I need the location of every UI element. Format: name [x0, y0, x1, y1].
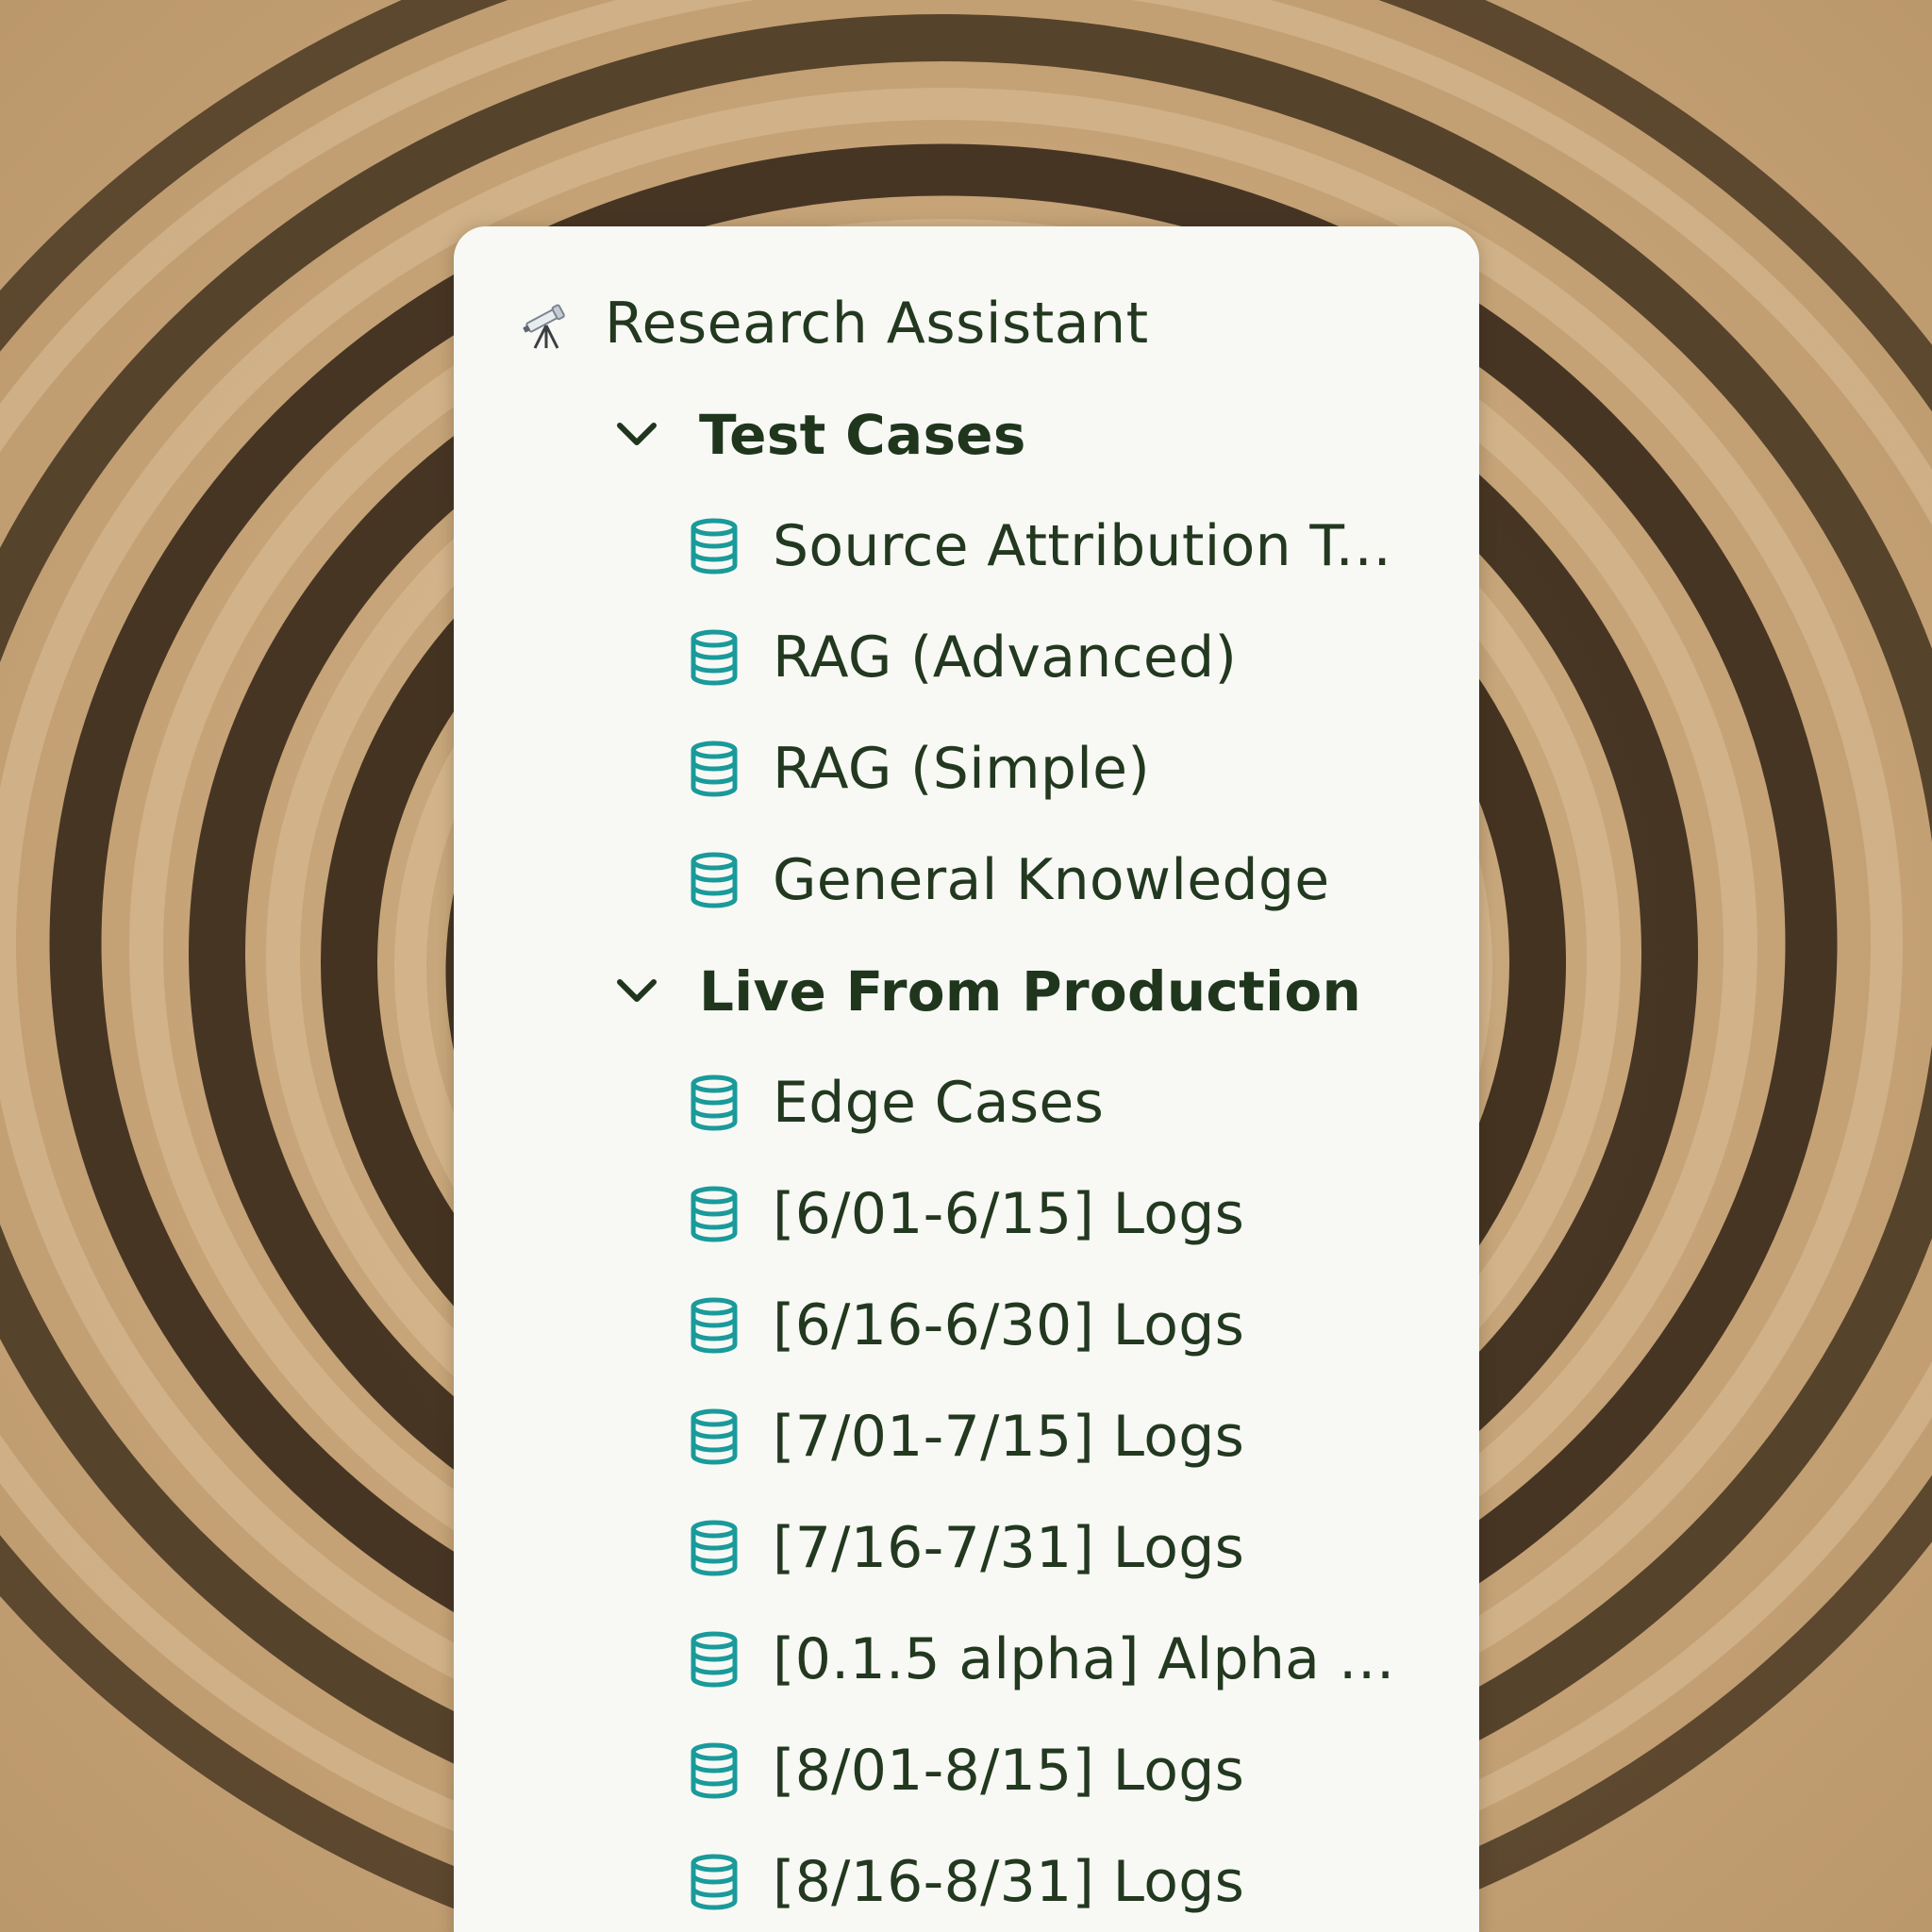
database-icon [691, 741, 738, 797]
database-icon [691, 1074, 738, 1131]
dataset-item-label: [0.1.5 alpha] Alpha te... [773, 1626, 1395, 1692]
project-root-label: Research Assistant [605, 291, 1149, 357]
group-live-from-production[interactable]: Live From Production [454, 936, 1479, 1047]
project-root-item[interactable]: Research Assistant [454, 268, 1479, 379]
database-icon [691, 852, 738, 908]
dataset-item[interactable]: RAG (Advanced) [454, 602, 1479, 713]
dataset-item-label: [8/16-8/31] Logs [773, 1849, 1245, 1915]
database-icon [691, 1742, 738, 1799]
dataset-item-label: [8/01-8/15] Logs [773, 1738, 1245, 1804]
dataset-item-label: [7/16-7/31] Logs [773, 1515, 1245, 1581]
chevron-down-icon [617, 979, 657, 1002]
database-icon [691, 629, 738, 686]
dataset-item[interactable]: [7/16-7/31] Logs [454, 1492, 1479, 1604]
dataset-item-label: Edge Cases [773, 1070, 1105, 1136]
dataset-item[interactable]: RAG (Simple) [454, 713, 1479, 824]
database-icon [691, 1520, 738, 1576]
dataset-item[interactable]: Edge Cases [454, 1047, 1479, 1158]
database-icon [691, 518, 738, 575]
database-icon [691, 1186, 738, 1242]
database-icon [691, 1631, 738, 1688]
dataset-item[interactable]: [6/01-6/15] Logs [454, 1158, 1479, 1270]
chevron-down-icon [617, 423, 657, 445]
dataset-item[interactable]: General Knowledge [454, 824, 1479, 936]
dataset-item-label: [6/16-6/30] Logs [773, 1292, 1245, 1358]
dataset-item[interactable]: [6/16-6/30] Logs [454, 1270, 1479, 1381]
group-test-cases[interactable]: Test Cases [454, 379, 1479, 491]
group-label: Test Cases [699, 403, 1026, 467]
dataset-item[interactable]: [0.1.5 alpha] Alpha te... [454, 1604, 1479, 1715]
dataset-item[interactable]: [8/01-8/15] Logs [454, 1715, 1479, 1826]
dataset-item-label: [7/01-7/15] Logs [773, 1404, 1245, 1470]
database-icon [691, 1297, 738, 1354]
dataset-item[interactable]: [7/01-7/15] Logs [454, 1381, 1479, 1492]
dataset-item-label: RAG (Advanced) [773, 625, 1238, 691]
database-icon [691, 1854, 738, 1910]
dataset-item[interactable]: [8/16-8/31] Logs [454, 1826, 1479, 1932]
telescope-icon [523, 304, 565, 349]
dataset-item-label: [6/01-6/15] Logs [773, 1181, 1245, 1247]
database-icon [691, 1408, 738, 1465]
dataset-item-label: General Knowledge [773, 847, 1330, 913]
dataset-tree-panel-content: Research Assistant Test Cases Source Att… [454, 226, 1479, 1932]
group-label: Live From Production [699, 959, 1362, 1024]
dataset-item-label: RAG (Simple) [773, 736, 1151, 802]
dataset-item-label: Source Attribution Test [773, 513, 1395, 579]
dataset-item[interactable]: Source Attribution Test [454, 491, 1479, 602]
